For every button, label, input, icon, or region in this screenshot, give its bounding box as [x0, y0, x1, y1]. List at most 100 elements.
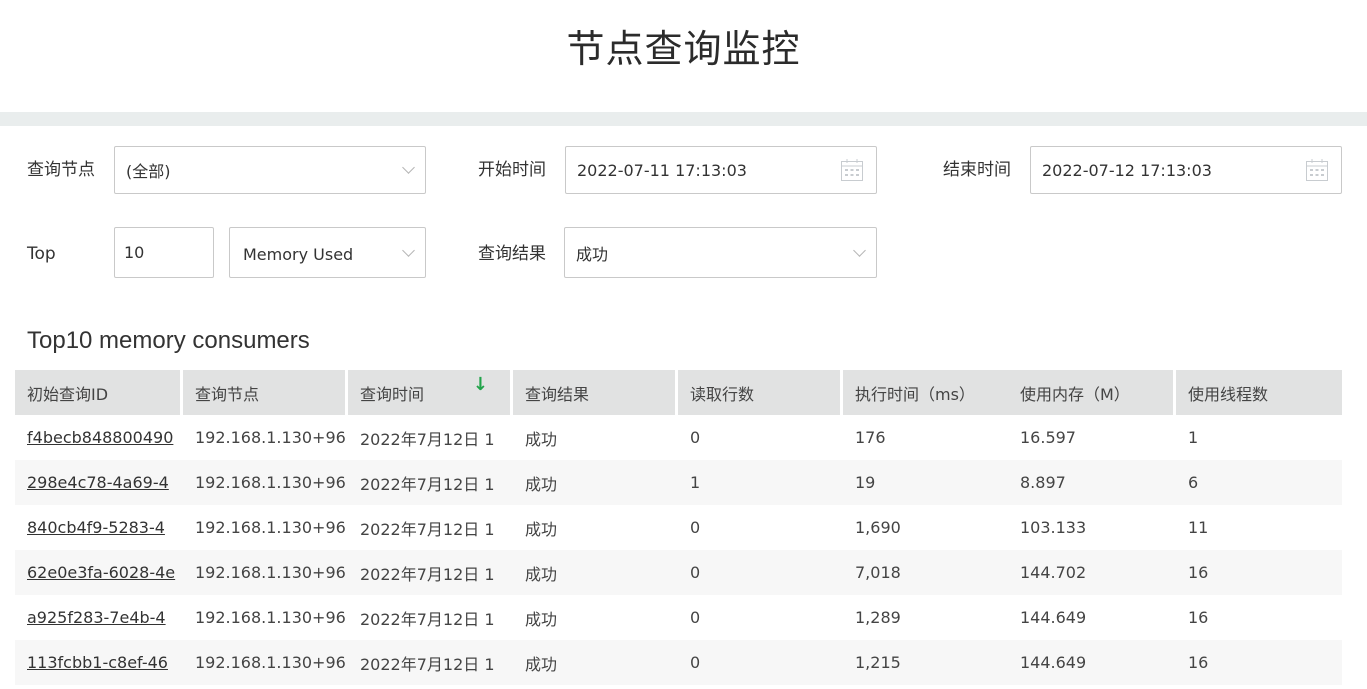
cell-threads: 16: [1188, 563, 1209, 582]
column-header-label: 查询节点: [195, 384, 260, 404]
column-header-query-id[interactable]: 初始查询ID: [15, 370, 180, 415]
start-time-input[interactable]: 2022-07-11 17:13:03: [565, 146, 877, 194]
result-select[interactable]: 成功: [564, 227, 877, 278]
cell-node: 192.168.1.130+96: [195, 653, 345, 672]
cell-query-id: 298e4c78-4a69-4: [15, 460, 180, 505]
column-header-label: 查询时间: [360, 384, 425, 404]
table-row[interactable]: a925f283-7e4b-4 192.168.1.130+96 2022年7月12…: [15, 595, 1342, 640]
top-label: Top: [27, 244, 56, 264]
cell-exec-time: 1,289: [855, 608, 901, 627]
column-header-label: 使用内存（M）: [1020, 384, 1130, 404]
table-row[interactable]: 840cb4f9-5283-4 192.168.1.130+96 2022年7月12…: [15, 505, 1342, 550]
cell-query-id: a925f283-7e4b-4: [15, 595, 180, 640]
cell-query-id: 113fcbb1-c8ef-46: [15, 640, 180, 685]
column-header-label: 使用线程数: [1188, 384, 1269, 404]
cell-result: 成功: [525, 519, 558, 539]
cell-memory-used: 144.649: [1020, 653, 1087, 672]
start-time-label: 开始时间: [478, 160, 546, 180]
cell-threads: 1: [1188, 428, 1199, 447]
cell-memory-used: 16.597: [1020, 428, 1076, 447]
result-filter-label: 查询结果: [478, 244, 546, 264]
cell-memory-used: 8.897: [1020, 473, 1066, 492]
cell-query-time: 2022年7月12日 1: [360, 474, 495, 494]
results-table: 初始查询ID 查询节点 查询时间 ↓ 查询结果 读取行数 执行时间（ms） 使用内…: [15, 370, 1342, 685]
page-title: 节点查询监控: [566, 27, 801, 71]
cell-threads: 6: [1188, 473, 1199, 492]
cell-result: 成功: [525, 474, 558, 494]
cell-result: 成功: [525, 564, 558, 584]
chevron-down-icon: [402, 161, 415, 174]
column-header-threads[interactable]: 使用线程数: [1176, 370, 1342, 415]
column-header-label: 初始查询ID: [27, 384, 109, 404]
query-id-link[interactable]: 113fcbb1-c8ef-46: [27, 653, 168, 672]
cell-rows-read: 1: [690, 473, 701, 492]
query-id-link[interactable]: 62e0e3fa-6028-4e: [27, 563, 175, 582]
query-id-link[interactable]: f4becb848800490: [27, 428, 173, 447]
result-select-value: 成功: [576, 244, 609, 264]
calendar-icon[interactable]: [1305, 158, 1329, 182]
cell-result: 成功: [525, 429, 558, 449]
node-select[interactable]: (全部): [114, 146, 426, 194]
cell-result: 成功: [525, 654, 558, 674]
column-header-rows-read[interactable]: 读取行数: [678, 370, 840, 415]
cell-node: 192.168.1.130+96: [195, 608, 345, 627]
cell-threads: 16: [1188, 653, 1209, 672]
cell-query-time: 2022年7月12日 1: [360, 519, 495, 539]
table-row[interactable]: 298e4c78-4a69-4 192.168.1.130+96 2022年7月12…: [15, 460, 1342, 505]
end-time-label: 结束时间: [943, 160, 1011, 180]
column-header-result[interactable]: 查询结果: [513, 370, 675, 415]
cell-exec-time: 176: [855, 428, 886, 447]
top-count-input[interactable]: 10: [114, 227, 214, 278]
cell-rows-read: 0: [690, 608, 701, 627]
table-header: 初始查询ID 查询节点 查询时间 ↓ 查询结果 读取行数 执行时间（ms） 使用内…: [15, 370, 1342, 415]
cell-query-time: 2022年7月12日 1: [360, 654, 495, 674]
node-filter-label: 查询节点: [27, 160, 95, 180]
column-header-exec-time[interactable]: 执行时间（ms）: [843, 370, 1008, 415]
end-time-input[interactable]: 2022-07-12 17:13:03: [1030, 146, 1342, 194]
cell-query-time: 2022年7月12日 1: [360, 564, 495, 584]
sort-descending-icon[interactable]: ↓: [473, 374, 488, 395]
query-id-link[interactable]: 840cb4f9-5283-4: [27, 518, 165, 537]
calendar-icon[interactable]: [840, 158, 864, 182]
start-time-value: 2022-07-11 17:13:03: [577, 160, 747, 180]
column-header-label: 执行时间（ms）: [855, 384, 975, 404]
metric-select[interactable]: Memory Used: [229, 227, 426, 278]
cell-node: 192.168.1.130+96: [195, 563, 345, 582]
query-id-link[interactable]: a925f283-7e4b-4: [27, 608, 166, 627]
column-header-query-time[interactable]: 查询时间 ↓: [348, 370, 510, 415]
cell-rows-read: 0: [690, 428, 701, 447]
column-header-memory-used[interactable]: 使用内存（M）: [1008, 370, 1173, 415]
metric-select-value: Memory Used: [243, 245, 354, 264]
cell-exec-time: 1,215: [855, 653, 901, 672]
cell-memory-used: 144.649: [1020, 608, 1087, 627]
chevron-down-icon: [402, 243, 415, 257]
column-header-label: 查询结果: [525, 384, 590, 404]
cell-rows-read: 0: [690, 518, 701, 537]
cell-exec-time: 1,690: [855, 518, 901, 537]
cell-memory-used: 144.702: [1020, 563, 1087, 582]
cell-memory-used: 103.133: [1020, 518, 1087, 537]
table-row[interactable]: 113fcbb1-c8ef-46 192.168.1.130+96 2022年7月1…: [15, 640, 1342, 685]
cell-threads: 16: [1188, 608, 1209, 627]
query-id-link[interactable]: 298e4c78-4a69-4: [27, 473, 169, 492]
cell-query-id: f4becb848800490: [15, 415, 180, 460]
table-row[interactable]: f4becb848800490 192.168.1.130+96 2022年7月12…: [15, 415, 1342, 460]
top-count-value: 10: [124, 243, 145, 262]
cell-query-id: 62e0e3fa-6028-4e: [15, 550, 180, 595]
chevron-down-icon: [853, 243, 866, 257]
section-title: Top10 memory consumers: [27, 327, 310, 354]
cell-node: 192.168.1.130+96: [195, 518, 345, 537]
table-row[interactable]: 62e0e3fa-6028-4e 192.168.1.130+96 2022年7月1…: [15, 550, 1342, 595]
table-body: f4becb848800490 192.168.1.130+96 2022年7月12…: [15, 415, 1342, 685]
header-divider-band: [0, 112, 1367, 126]
cell-exec-time: 7,018: [855, 563, 901, 582]
cell-node: 192.168.1.130+96: [195, 473, 345, 492]
column-header-label: 读取行数: [690, 384, 755, 404]
end-time-value: 2022-07-12 17:13:03: [1042, 160, 1212, 180]
cell-node: 192.168.1.130+96: [195, 428, 345, 447]
cell-query-time: 2022年7月12日 1: [360, 429, 495, 449]
cell-query-id: 840cb4f9-5283-4: [15, 505, 180, 550]
column-header-node[interactable]: 查询节点: [183, 370, 345, 415]
cell-rows-read: 0: [690, 653, 701, 672]
cell-threads: 11: [1188, 518, 1209, 537]
